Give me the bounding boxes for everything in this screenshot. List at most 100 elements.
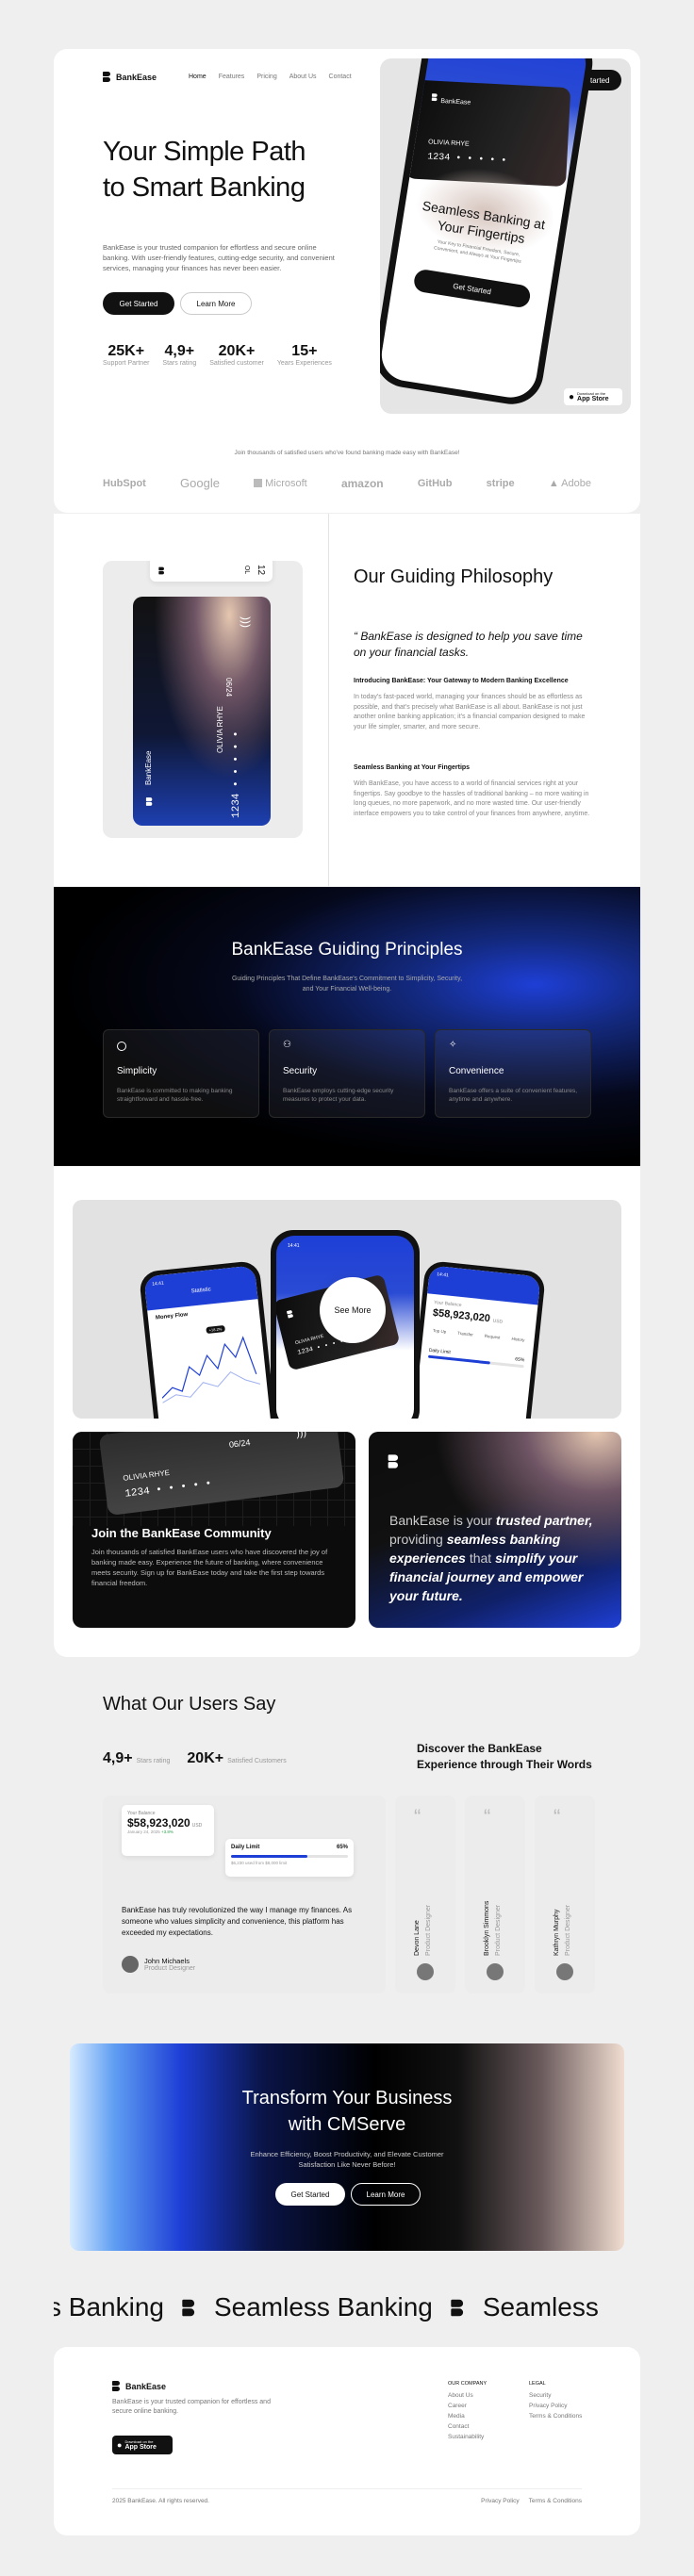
collapsed-testimonial[interactable]: “ Brooklyn Simmons Product Designer (465, 1796, 525, 1994)
right-phone-screen: 14:41 Your Balance $58,923,020 USD Top Up… (411, 1265, 541, 1419)
contactless-icon: ))) (240, 616, 253, 628)
adobe-text: Adobe (561, 477, 591, 489)
vertical-bank-card: ))) 06/24 OLIVIA RHYE 1234 • • • • • Ban… (133, 597, 271, 826)
hero-get-started-button[interactable]: Get Started (103, 292, 174, 315)
cta-get-started-button[interactable]: Get Started (275, 2183, 345, 2206)
nav-link-features[interactable]: Features (219, 74, 245, 80)
quote-icon: “ (484, 1805, 491, 1829)
footer-brand[interactable]: BankEase (112, 2381, 166, 2391)
widget-date: January 24, 2025 (127, 1829, 160, 1834)
customers-value: 20K+ (187, 1750, 224, 1766)
footer-link-career[interactable]: Career (448, 2403, 487, 2409)
balance-currency: USD (492, 1318, 504, 1325)
footer-link-sustainability[interactable]: Sustainability (448, 2434, 487, 2440)
footer-link-about[interactable]: About Us (448, 2392, 487, 2399)
hero-section: BankEase Home Features Pricing About Us … (54, 49, 640, 513)
customers-label: Satisfied Customers (227, 1758, 287, 1764)
github-logo: GitHub (417, 477, 453, 489)
stat-item: 20K+ Satisfied customer (209, 343, 264, 367)
footer-privacy-link[interactable]: Privacy Policy (481, 2498, 519, 2504)
nav-link-home[interactable]: Home (189, 74, 207, 80)
testimonials-title: What Our Users Say (103, 1694, 276, 1715)
contactless-icon: ))) (295, 1432, 307, 1440)
avatar (417, 1963, 434, 1980)
principle-title: Security (283, 1066, 318, 1076)
nav-link-about[interactable]: About Us (289, 74, 317, 80)
stat-label: Support Partner (103, 360, 150, 367)
marquee-text: s Banking (54, 2292, 164, 2322)
community-card-date: 06/24 (228, 1437, 251, 1450)
adobe-logo: ▲ Adobe (549, 478, 591, 489)
hero-phone-panel: Get Started BankEase OLIVIA RHYE 1234 • … (380, 58, 631, 414)
nav-link-contact[interactable]: Contact (329, 74, 352, 80)
limit-bar (231, 1855, 348, 1858)
transfer-action[interactable]: Transfer (457, 1331, 473, 1337)
marquee-strip: s Banking Seamless Banking Seamless (54, 2289, 640, 2326)
request-action[interactable]: Request (485, 1334, 501, 1340)
footer-col-title: OUR COMPANY (448, 2381, 487, 2387)
phone-get-started-button[interactable]: Get Started (412, 268, 532, 309)
community-card: 06/24 ))) OLIVIA RHYE 1234 • • • • • Joi… (73, 1432, 355, 1628)
quote-icon: “ (414, 1805, 421, 1829)
left-phone: 14:41 Statistic Money Flow +18.2% (138, 1259, 279, 1419)
convenience-icon: ✧ (449, 1040, 457, 1050)
footer-description: BankEase is your trusted companion for e… (112, 2399, 271, 2415)
footer-link-contact[interactable]: Contact (448, 2423, 487, 2430)
principle-title: Simplicity (117, 1066, 157, 1076)
community-card-number: 1234 • • • • • (124, 1478, 213, 1501)
logo-icon (287, 1310, 294, 1319)
cta-title-line1: Transform Your Business (241, 2088, 453, 2108)
top-bank-card: OL 12 (150, 561, 273, 582)
hero-description: BankEase is your trusted companion for e… (103, 243, 335, 272)
footer-terms-link[interactable]: Terms & Conditions (529, 2498, 582, 2504)
history-action[interactable]: History (511, 1337, 524, 1342)
footer-col-title: LEGAL (529, 2381, 546, 2387)
testimonial-main-card: Your Balance $58,923,020 USD January 24, … (103, 1796, 386, 1994)
footer-link-media[interactable]: Media (448, 2413, 487, 2420)
right-phone-time: 14:41 (436, 1272, 450, 1279)
hero-stats: 25K+ Support Partner 4,9+ Stars rating 20K… (103, 343, 332, 367)
brand-logo[interactable]: BankEase (103, 72, 157, 82)
person-name: Brooklyn Simmons (484, 1900, 490, 1956)
limit-widget: Daily Limit 65% $6,230 used from $8,000 l… (225, 1839, 354, 1877)
logo-icon (158, 566, 164, 575)
apple-icon: ● (117, 2440, 123, 2450)
nav-link-pricing[interactable]: Pricing (256, 74, 276, 80)
footer-brand-name: BankEase (125, 2381, 167, 2391)
top-card-number: 12 (256, 564, 267, 576)
card-date: 06/24 (224, 678, 233, 697)
cta-title-line2: with CMServe (288, 2114, 406, 2135)
limit-fill (231, 1855, 307, 1858)
google-logo: Google (180, 476, 220, 490)
testimonials-section: What Our Users Say 4,9+ Stars rating 20K+… (54, 1673, 640, 2031)
footer-link-security[interactable]: Security (529, 2392, 582, 2399)
footer-divider (112, 2488, 582, 2489)
top-up-action[interactable]: Top Up (433, 1328, 447, 1334)
app-store-big: App Store (577, 396, 609, 402)
author-info: John Michaels Product Designer (144, 1957, 195, 1972)
cta-learn-more-button[interactable]: Learn More (351, 2183, 421, 2206)
footer-col-legal: LEGAL Security Privacy Policy Terms & Co… (529, 2381, 582, 2420)
marquee-text: Seamless (482, 2292, 599, 2322)
footer-bottom-links: Privacy Policy Terms & Conditions (481, 2498, 582, 2504)
footer-app-store-text: Download on the App Store (124, 2439, 156, 2451)
microsoft-icon (254, 479, 263, 487)
discover-text: Discover the BankEase Experience through… (417, 1742, 592, 1771)
footer-link-terms[interactable]: Terms & Conditions (529, 2413, 582, 2420)
collapsed-testimonial[interactable]: “ Devon Lane Product Designer (395, 1796, 455, 1994)
app-store-badge[interactable]: ● Download on the App Store (564, 388, 622, 405)
footer-app-store-badge[interactable]: ● Download on the App Store (112, 2436, 173, 2454)
see-more-button[interactable]: See More (320, 1277, 386, 1343)
footer-col-company: OUR COMPANY About Us Career Media Contac… (448, 2381, 487, 2440)
author-role: Product Designer (144, 1965, 196, 1972)
community-desc: Join thousands of satisfied BankEase use… (91, 1548, 328, 1587)
showcase-section: 14:41 Statistic Money Flow +18.2% 14:41 … (54, 1167, 640, 1657)
hero-learn-more-button[interactable]: Learn More (180, 292, 252, 315)
collapsed-testimonial[interactable]: “ Kathryn Murphy Product Designer (535, 1796, 595, 1994)
center-phone-time: 14:41 (288, 1243, 300, 1249)
left-phone-time: 14:41 (151, 1280, 165, 1288)
simplicity-icon (117, 1042, 126, 1051)
footer-link-privacy[interactable]: Privacy Policy (529, 2403, 582, 2409)
stat-value: 25K+ (107, 343, 145, 359)
card-illustration-panel: OL 12 ))) 06/24 OLIVIA RHYE 1234 • • • •… (103, 561, 303, 838)
